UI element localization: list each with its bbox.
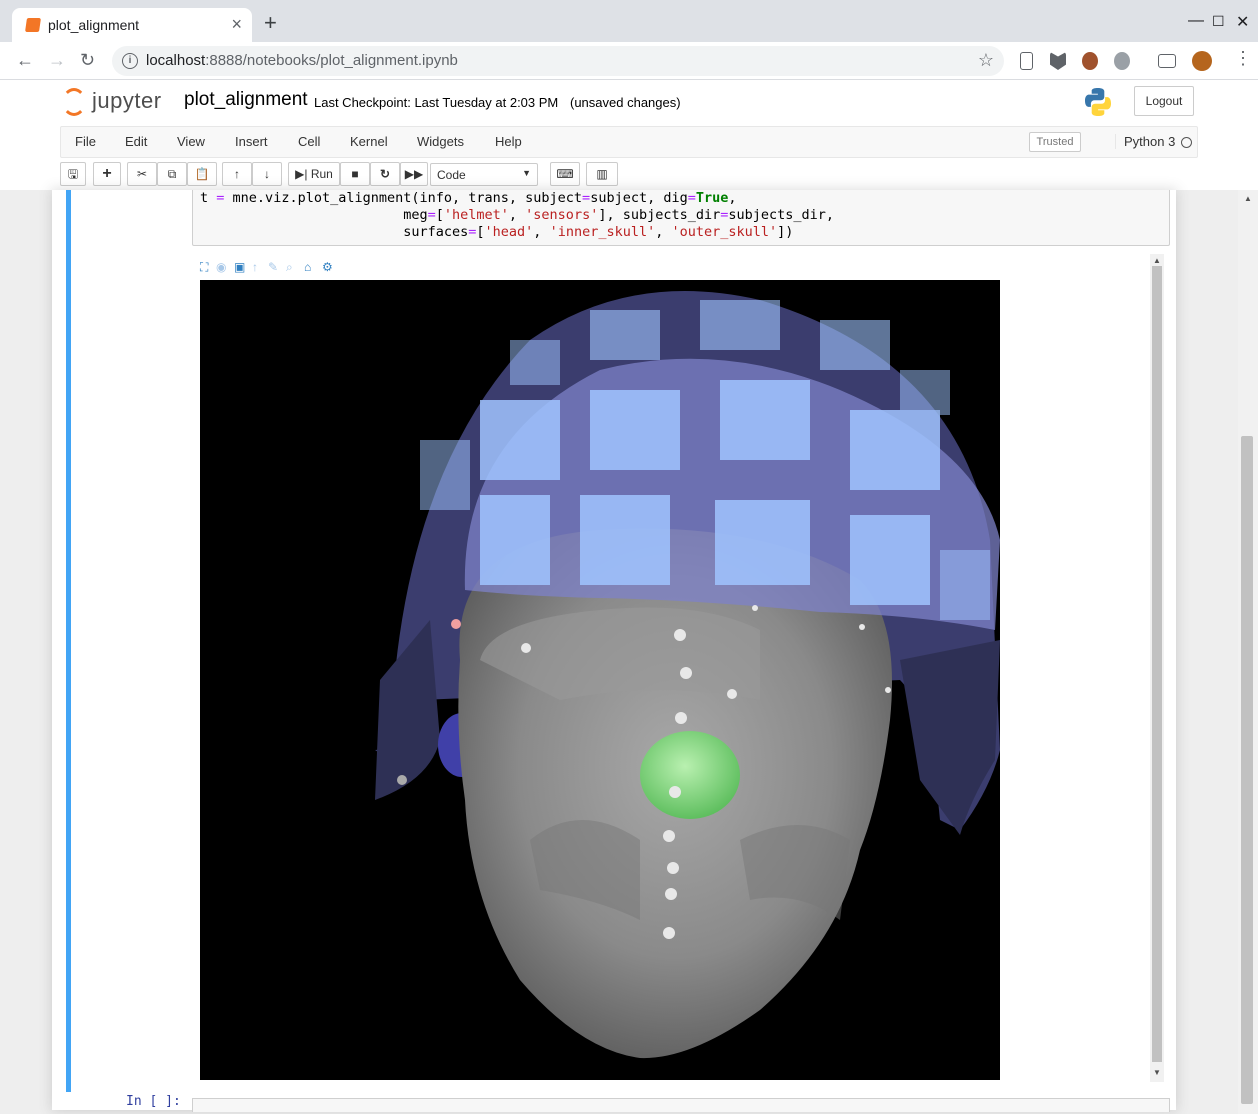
jupyter-logo-icon xyxy=(62,88,86,116)
forward-arrow-icon[interactable]: → xyxy=(48,50,66,71)
edit-icon[interactable]: ✎ xyxy=(268,260,278,274)
browser-window: plot_alignment × + — ☐ ✕ ← → ↻ i localho… xyxy=(0,0,1258,1114)
document-extension-icon[interactable] xyxy=(1020,52,1033,70)
cell-type-value: Code xyxy=(437,168,466,182)
code-cell-input[interactable]: t = mne.viz.plot_alignment(info, trans, … xyxy=(192,190,1170,246)
window-close-icon[interactable]: ✕ xyxy=(1236,12,1249,32)
checkpoint-status: Last Checkpoint: Last Tuesday at 2:03 PM xyxy=(314,95,559,110)
python-logo-icon xyxy=(1085,88,1111,116)
next-code-cell[interactable] xyxy=(192,1098,1170,1112)
page-scrollbar-thumb[interactable] xyxy=(1241,436,1253,1104)
helmet-left-flap xyxy=(375,620,440,800)
interrupt-icon[interactable]: ■ xyxy=(340,162,370,186)
notebook-name[interactable]: plot_alignment xyxy=(184,89,308,111)
notebook-area: t = mne.viz.plot_alignment(info, trans, … xyxy=(0,190,1258,1114)
browser-tab[interactable]: plot_alignment × xyxy=(12,8,252,42)
fullscreen-icon[interactable]: ⛶ xyxy=(200,260,208,275)
move-up-icon[interactable]: ↑ xyxy=(222,162,252,186)
reload-icon[interactable]: ↻ xyxy=(80,50,95,71)
restart-icon[interactable]: ↻ xyxy=(370,162,400,186)
menu-kernel[interactable]: Kernel xyxy=(350,134,388,149)
page-scroll-up-icon[interactable]: ▲ xyxy=(1244,194,1252,203)
move-down-icon[interactable]: ↓ xyxy=(252,162,282,186)
nasion-fiducial xyxy=(640,731,740,819)
selected-cell-indicator xyxy=(66,190,71,1092)
3d-render-canvas[interactable] xyxy=(200,280,1000,1080)
unsaved-indicator: (unsaved changes) xyxy=(570,95,681,110)
browser-toolbar: ← → ↻ i localhost:8888/notebooks/plot_al… xyxy=(0,42,1258,80)
keyboard-icon[interactable]: ⌨ xyxy=(550,162,580,186)
close-icon[interactable]: × xyxy=(231,14,242,35)
output-scrollbar[interactable]: ▲ ▼ xyxy=(1150,254,1164,1082)
next-cell-prompt: In [ ]: xyxy=(126,1094,181,1109)
helmet-right-flap xyxy=(900,640,1000,835)
notebook-toolbar: 🖫 + ✂ ⧉ 📋 ↑ ↓ ▶| Run ■ ↻ ▶▶ Code ▼ ⌨ ▥ xyxy=(60,162,680,188)
jupyter-favicon-icon xyxy=(25,18,41,32)
copy-icon[interactable]: ⧉ xyxy=(157,162,187,186)
restart-run-all-icon[interactable]: ▶▶ xyxy=(400,162,428,186)
minimize-icon[interactable]: — xyxy=(1188,12,1204,30)
head-alignment-render xyxy=(375,291,1000,1059)
cut-icon[interactable]: ✂ xyxy=(127,162,157,186)
menu-file[interactable]: File xyxy=(75,134,96,149)
menu-bar: File Edit View Insert Cell Kernel Widget… xyxy=(60,126,1198,158)
menu-cell[interactable]: Cell xyxy=(298,134,320,149)
info-icon[interactable]: i xyxy=(122,53,138,69)
menu-view[interactable]: View xyxy=(177,134,205,149)
menu-widgets[interactable]: Widgets xyxy=(417,134,464,149)
menu-help[interactable]: Help xyxy=(495,134,522,149)
arrow-up-icon[interactable]: ↑ xyxy=(252,260,258,274)
circle-extension-icon[interactable] xyxy=(1114,52,1130,70)
kernel-name[interactable]: Python 3 xyxy=(1115,134,1175,149)
logo-text: jupyter xyxy=(92,88,162,113)
eye-icon[interactable]: ◉ xyxy=(216,260,226,274)
jupyter-header: jupyter plot_alignment Last Checkpoint: … xyxy=(0,80,1258,190)
trusted-badge[interactable]: Trusted xyxy=(1029,132,1081,152)
caret-down-icon: ▼ xyxy=(522,168,531,178)
address-bar[interactable]: i localhost:8888/notebooks/plot_alignmen… xyxy=(112,46,1004,76)
code-line: surfaces=['head', 'inner_skull', 'outer_… xyxy=(403,224,794,240)
notebook-container: t = mne.viz.plot_alignment(info, trans, … xyxy=(52,190,1176,1112)
paste-icon[interactable]: 📋 xyxy=(187,162,217,186)
code-line: t = mne.viz.plot_alignment(info, trans, … xyxy=(200,190,737,206)
scroll-down-arrow-icon[interactable]: ▼ xyxy=(1153,1068,1161,1077)
menu-insert[interactable]: Insert xyxy=(235,134,268,149)
cell-type-select[interactable]: Code ▼ xyxy=(430,163,538,186)
jupyter-logo[interactable]: jupyter xyxy=(62,86,172,120)
run-label: Run xyxy=(310,167,333,181)
save-button[interactable]: 🖫 xyxy=(60,162,86,186)
lpa-fiducial xyxy=(451,619,461,629)
tab-title: plot_alignment xyxy=(48,17,140,33)
menu-edit[interactable]: Edit xyxy=(125,134,147,149)
figure-toolbar: ⛶ ◉ ▣ ↑ ✎ ⌕ ⌂ ⚙ xyxy=(200,260,340,274)
menu-kebab-icon[interactable]: ⋮ xyxy=(1234,48,1252,69)
bar-chart-icon[interactable]: ▥ xyxy=(586,162,618,186)
tab-strip: plot_alignment × + — ☐ ✕ xyxy=(0,0,1258,42)
output-scrollbar-thumb[interactable] xyxy=(1152,266,1162,1062)
bookmark-star-icon[interactable]: ☆ xyxy=(978,50,994,71)
code-line: meg=['helmet', 'sensors'], subjects_dir=… xyxy=(403,207,835,223)
logout-button[interactable]: Logout xyxy=(1134,86,1194,116)
home-icon[interactable]: ⌂ xyxy=(304,260,311,274)
back-arrow-icon[interactable]: ← xyxy=(16,50,34,71)
gear-icon[interactable]: ⚙ xyxy=(322,260,333,274)
avatar[interactable] xyxy=(1192,51,1212,71)
scroll-up-arrow-icon[interactable]: ▲ xyxy=(1153,256,1161,265)
maximize-icon[interactable]: ☐ xyxy=(1212,13,1225,30)
zoom-icon[interactable]: ⌕ xyxy=(286,260,293,275)
new-tab-icon[interactable]: + xyxy=(264,12,277,34)
image-icon[interactable]: ▣ xyxy=(234,260,245,274)
kernel-idle-indicator-icon xyxy=(1181,137,1192,148)
cast-icon[interactable] xyxy=(1158,54,1176,68)
ball-extension-icon[interactable] xyxy=(1082,52,1098,70)
page-scrollbar[interactable]: ▲ xyxy=(1238,190,1258,1114)
cell-output: ⛶ ◉ ▣ ↑ ✎ ⌕ ⌂ ⚙ ▲ ▼ xyxy=(192,254,1168,1084)
run-button[interactable]: ▶| Run xyxy=(288,162,340,186)
url-text: localhost:8888/notebooks/plot_alignment.… xyxy=(146,52,458,69)
shield-extension-icon[interactable] xyxy=(1050,52,1066,70)
insert-cell-button[interactable]: + xyxy=(93,162,121,186)
